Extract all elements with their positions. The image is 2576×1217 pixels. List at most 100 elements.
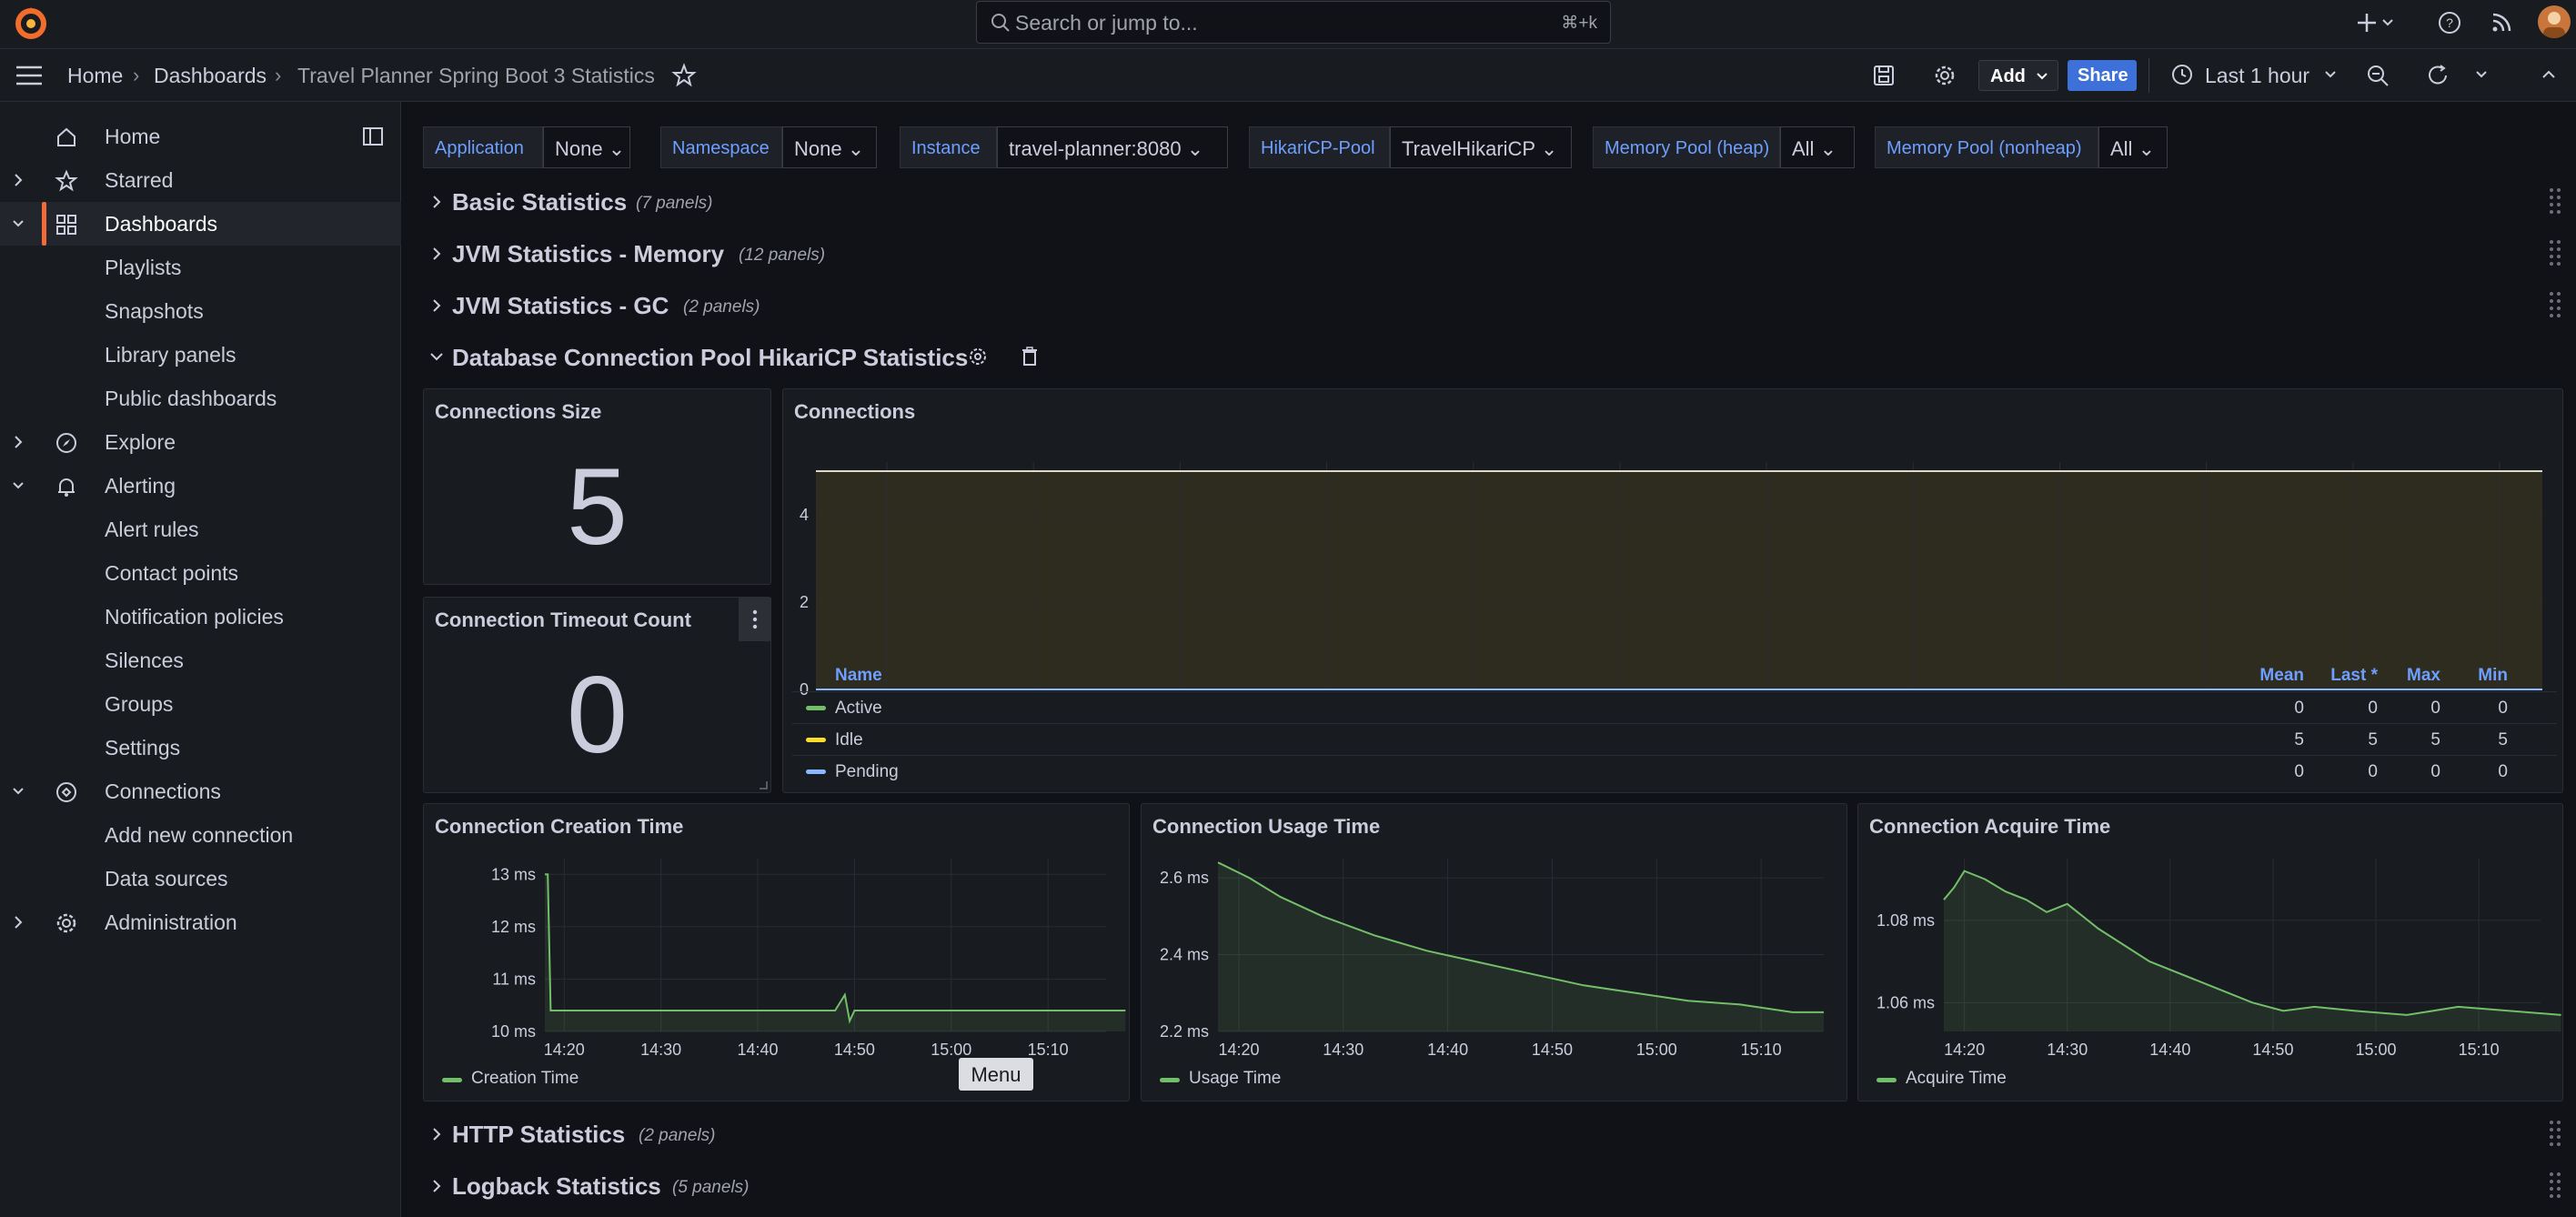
- panel-menu-button[interactable]: [739, 598, 771, 641]
- sidebar-item-label: Dashboards: [105, 212, 218, 236]
- sidebar-item-connections[interactable]: Connections: [0, 769, 401, 813]
- usage-time-chart[interactable]: 2.2 ms 2.4 ms 2.6 ms 14:20 14:30 14:40 14:50 15…: [1142, 840, 1846, 1059]
- panel-title: Connection Creation Time: [435, 815, 684, 838]
- legend-header-name[interactable]: Name: [835, 666, 882, 686]
- breadcrumb-dashboards[interactable]: Dashboards: [154, 64, 267, 88]
- sidebar-item-alert-rules[interactable]: Alert rules: [0, 508, 401, 551]
- grafana-logo-icon[interactable]: [13, 5, 49, 42]
- time-range-picker[interactable]: Last 1 hour: [2205, 64, 2309, 88]
- search-input[interactable]: Search or jump to... ⌘+k: [976, 1, 1611, 44]
- menu-icon[interactable]: [15, 64, 44, 87]
- sidebar-item-snapshots[interactable]: Snapshots: [0, 289, 401, 333]
- sidebar-item-public-dashboards[interactable]: Public dashboards: [0, 377, 401, 420]
- add-button[interactable]: Add: [1978, 60, 2058, 91]
- panel-connections[interactable]: Connections 02414:2014:2514:3014:3514:40…: [782, 388, 2563, 793]
- zoom-out-icon[interactable]: [2365, 63, 2390, 88]
- sidebar-item-groups[interactable]: Groups: [0, 682, 401, 726]
- sidebar-item-library-panels[interactable]: Library panels: [0, 333, 401, 377]
- legend-row-active[interactable]: Active 0 0 0 0: [792, 691, 2557, 723]
- bell-icon: [58, 478, 75, 497]
- chevron-right-icon[interactable]: [11, 171, 25, 189]
- sidebar-item-starred[interactable]: Starred: [0, 158, 401, 202]
- sidebar-item-explore[interactable]: Explore: [0, 420, 401, 464]
- drag-handle-icon[interactable]: [2548, 290, 2562, 319]
- variable-select[interactable]: travel-planner:8080 ⌄: [997, 126, 1228, 168]
- star-icon[interactable]: [671, 63, 697, 88]
- avatar[interactable]: [2538, 5, 2571, 38]
- gear-icon[interactable]: [967, 346, 989, 367]
- connections-chart[interactable]: 02414:2014:2514:3014:3514:4014:4514:5014…: [783, 426, 2562, 699]
- row-http-statistics[interactable]: HTTP Statistics (2 panels): [423, 1113, 2562, 1153]
- sidebar-item-label: Data sources: [105, 867, 228, 890]
- panel-connection-usage-time[interactable]: Connection Usage Time 2.2 ms 2.4 ms 2.6 ms…: [1141, 803, 1847, 1101]
- sidebar-item-data-sources[interactable]: Data sources: [0, 857, 401, 900]
- drag-handle-icon[interactable]: [2548, 238, 2562, 267]
- drag-handle-icon[interactable]: [2548, 1119, 2562, 1148]
- sidebar-item-home[interactable]: Home: [0, 115, 401, 158]
- share-button[interactable]: Share: [2068, 60, 2137, 91]
- variable-select[interactable]: None ⌄: [782, 126, 877, 168]
- sidebar-item-settings[interactable]: Settings: [0, 726, 401, 769]
- x-tick-label: 15:00: [2356, 1041, 2397, 1059]
- legend-max: 5: [2430, 730, 2440, 749]
- chevron-down-icon[interactable]: [11, 477, 25, 495]
- row-basic-statistics[interactable]: Basic Statistics (7 panels): [423, 181, 2562, 221]
- panel-connections-size[interactable]: Connections Size 5: [423, 388, 771, 585]
- legend-header: Name Mean Last * Max Min: [783, 662, 2548, 691]
- plus-icon[interactable]: [2356, 9, 2396, 36]
- chevron-down-icon[interactable]: [11, 782, 25, 800]
- legend-header-min[interactable]: Min: [2448, 666, 2508, 686]
- chevron-down-icon[interactable]: [2323, 69, 2338, 82]
- save-icon[interactable]: [1872, 64, 1896, 87]
- sidebar-item-notification-policies[interactable]: Notification policies: [0, 595, 401, 639]
- sidebar-item-administration[interactable]: Administration: [0, 900, 401, 944]
- clock-icon[interactable]: [2170, 63, 2194, 86]
- legend-header-last[interactable]: Last *: [2296, 666, 2378, 686]
- variable-select[interactable]: All ⌄: [1780, 126, 1855, 168]
- resize-handle-icon[interactable]: [758, 779, 769, 790]
- legend-header-mean[interactable]: Mean: [2228, 666, 2304, 686]
- variable-select[interactable]: All ⌄: [2098, 126, 2168, 168]
- panel-connection-acquire-time[interactable]: Connection Acquire Time 1.06 ms 1.08 ms 14…: [1857, 803, 2563, 1101]
- panel-connection-creation-time[interactable]: Connection Creation Time 10 ms 11 ms 12 ms…: [423, 803, 1130, 1101]
- panel-connection-timeout-count[interactable]: Connection Timeout Count 0: [423, 597, 771, 793]
- sidebar-item-contact-points[interactable]: Contact points: [0, 551, 401, 595]
- y-tick-label: 13 ms: [491, 865, 536, 883]
- acquire-time-chart[interactable]: 1.06 ms 1.08 ms 14:20 14:30 14:40 14:50 15:00 1…: [1858, 840, 2562, 1059]
- chevron-down-icon[interactable]: [2474, 69, 2489, 82]
- trash-icon[interactable]: [1020, 346, 1040, 367]
- row-jvm-memory[interactable]: JVM Statistics - Memory (12 panels): [423, 233, 2562, 273]
- sidebar-item-add-new-connection[interactable]: Add new connection: [0, 813, 401, 857]
- creation-time-chart[interactable]: 10 ms 11 ms 12 ms 13 ms 14:20 14:30 14:40 14:50…: [424, 840, 1129, 1059]
- sidebar-item-dashboards[interactable]: Dashboards: [0, 202, 401, 246]
- drag-handle-icon[interactable]: [2548, 1171, 2562, 1200]
- dashboard-nav-bar: Home › Dashboards › Travel Planner Sprin…: [0, 49, 2576, 102]
- sidebar-item-playlists[interactable]: Playlists: [0, 246, 401, 289]
- chevron-down-icon[interactable]: [11, 215, 25, 233]
- home-icon: [57, 127, 75, 146]
- row-db-connection-pool[interactable]: Database Connection Pool HikariCP Statis…: [423, 337, 2562, 377]
- variable-select[interactable]: TravelHikariCP ⌄: [1390, 126, 1572, 168]
- variable-select[interactable]: None ⌄: [543, 126, 630, 168]
- legend-row-pending[interactable]: Pending 0 0 0 0: [792, 755, 2557, 788]
- legend-name: Active: [835, 699, 882, 718]
- chevron-right-icon[interactable]: [11, 913, 25, 931]
- chevron-up-icon[interactable]: [2540, 67, 2558, 82]
- dock-menu-icon[interactable]: [362, 126, 384, 146]
- refresh-icon[interactable]: [2425, 63, 2450, 88]
- y-tick-label: 1.06 ms: [1877, 993, 1935, 1011]
- legend-header-max[interactable]: Max: [2380, 666, 2440, 686]
- sidebar-item-alerting[interactable]: Alerting: [0, 464, 401, 508]
- y-tick-label: 2.6 ms: [1160, 869, 1209, 887]
- breadcrumb-home[interactable]: Home: [67, 64, 123, 88]
- drag-handle-icon[interactable]: [2548, 186, 2562, 216]
- help-icon[interactable]: ?: [2436, 9, 2463, 36]
- legend-row-idle[interactable]: Idle 5 5 5 5: [792, 723, 2557, 755]
- chevron-right-icon[interactable]: [11, 433, 25, 451]
- rss-icon[interactable]: [2488, 9, 2515, 36]
- row-logback-statistics[interactable]: Logback Statistics (5 panels): [423, 1165, 2562, 1205]
- gear-icon[interactable]: [1932, 63, 1957, 88]
- row-jvm-gc[interactable]: JVM Statistics - GC (2 panels): [423, 285, 2562, 325]
- x-tick-label: 14:30: [1323, 1041, 1363, 1059]
- sidebar-item-silences[interactable]: Silences: [0, 639, 401, 682]
